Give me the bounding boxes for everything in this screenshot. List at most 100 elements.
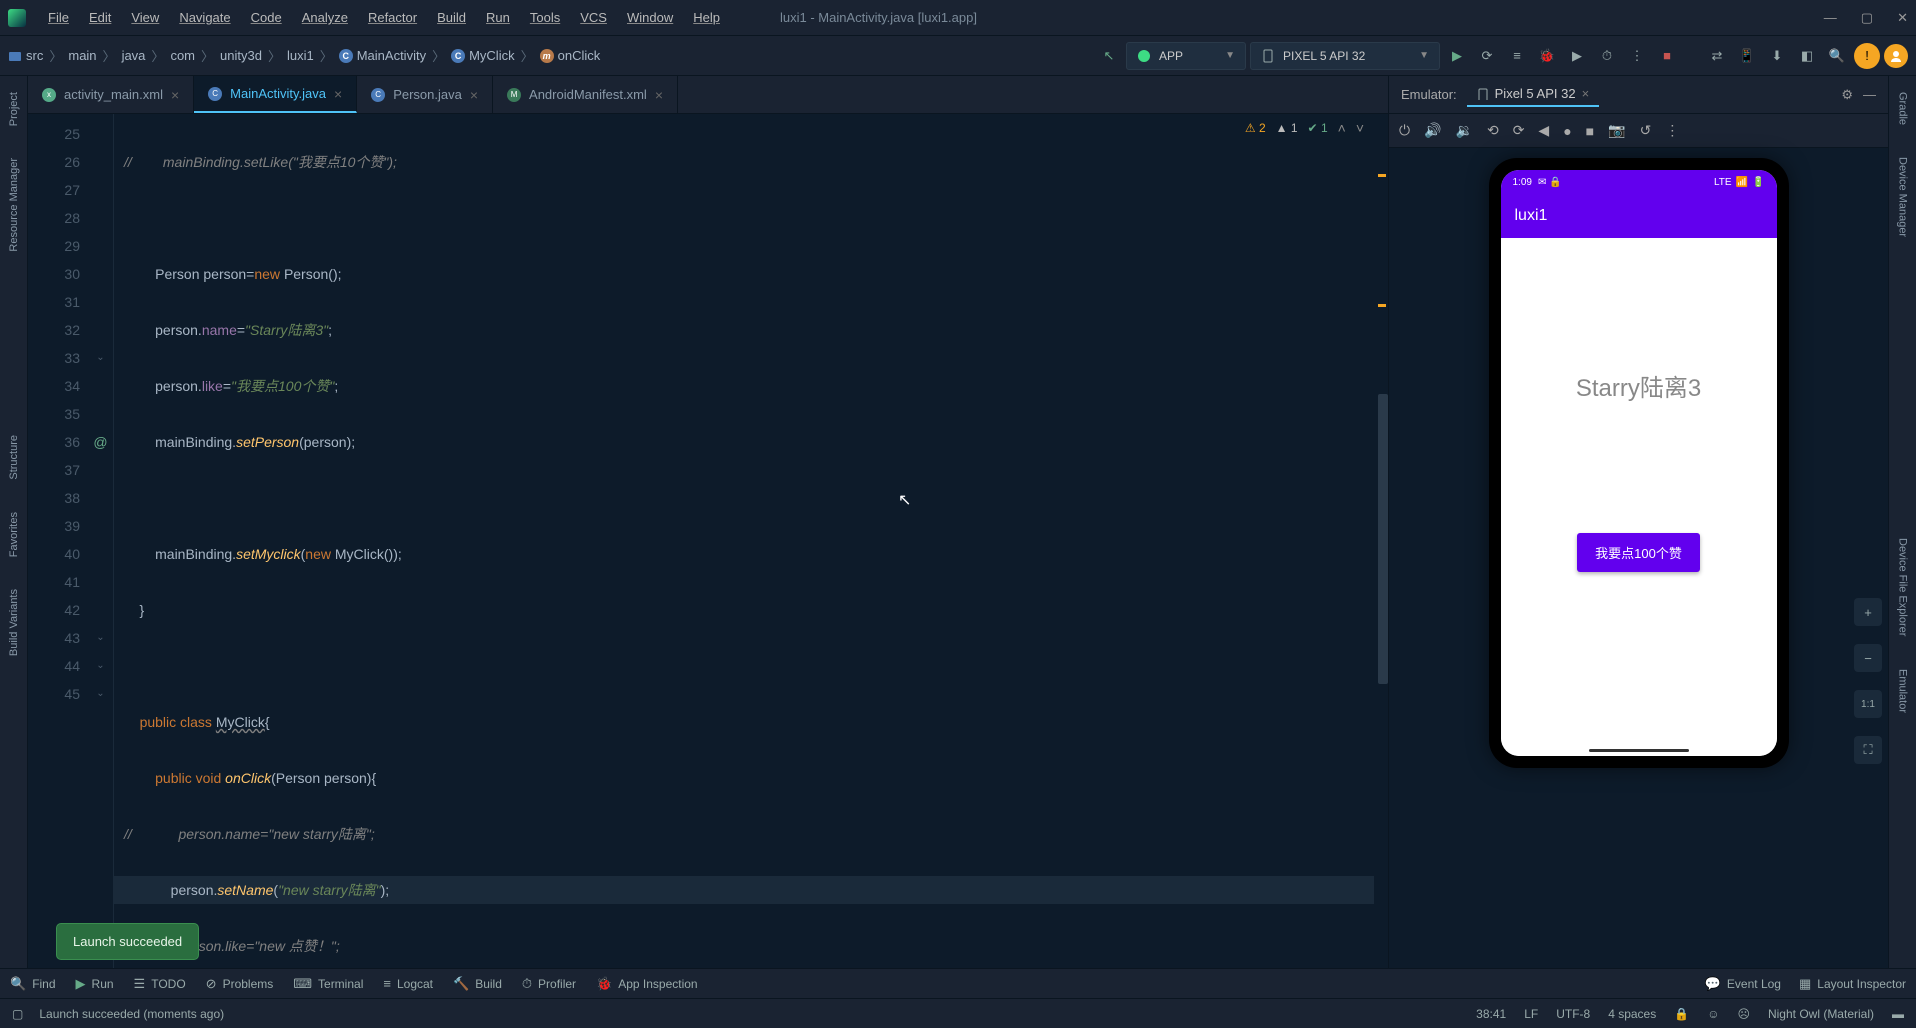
- menu-run[interactable]: Run: [476, 10, 520, 25]
- close-tab-icon[interactable]: ×: [470, 87, 478, 103]
- build-hammer-icon[interactable]: ↖: [1096, 43, 1122, 69]
- zoom-out-icon[interactable]: −: [1854, 644, 1882, 672]
- tool-find[interactable]: 🔍Find: [10, 976, 56, 992]
- device-selector[interactable]: PIXEL 5 API 32 ▼: [1250, 42, 1440, 70]
- emulator-minimize-icon[interactable]: —: [1863, 87, 1876, 103]
- menu-analyze[interactable]: Analyze: [292, 10, 358, 25]
- sdk-manager-icon[interactable]: ⬇: [1764, 43, 1790, 69]
- tool-gradle[interactable]: Gradle: [1897, 86, 1909, 131]
- file-encoding[interactable]: UTF-8: [1556, 1007, 1590, 1021]
- phone-like-button[interactable]: 我要点100个赞: [1577, 533, 1700, 572]
- next-highlight-icon[interactable]: ˅: [1356, 120, 1364, 136]
- tool-todo[interactable]: ☰TODO: [134, 976, 186, 992]
- close-tab-icon[interactable]: ×: [171, 87, 179, 103]
- emu-back-icon[interactable]: ◀: [1538, 122, 1549, 139]
- menu-navigate[interactable]: Navigate: [169, 10, 240, 25]
- tool-structure[interactable]: Structure: [8, 429, 20, 486]
- emu-more-icon[interactable]: ⋮: [1665, 122, 1679, 139]
- crumb-mainactivity[interactable]: CMainActivity: [339, 48, 426, 63]
- tool-build[interactable]: 🔨Build: [453, 976, 502, 992]
- crumb-src[interactable]: src: [8, 48, 43, 63]
- close-tab-icon[interactable]: ×: [655, 87, 663, 103]
- fold-end-icon[interactable]: ⌄: [88, 344, 113, 372]
- fold-end-icon[interactable]: ⌄: [88, 624, 113, 652]
- tool-problems[interactable]: ⊘Problems: [206, 976, 274, 992]
- apply-code-changes-icon[interactable]: ≡: [1504, 43, 1530, 69]
- tab-mainactivity[interactable]: C MainActivity.java ×: [194, 76, 357, 113]
- emu-home-icon[interactable]: ●: [1563, 123, 1571, 139]
- crumb-myclick[interactable]: CMyClick: [451, 48, 515, 63]
- fold-end-icon[interactable]: ⌄: [88, 652, 113, 680]
- menu-help[interactable]: Help: [683, 10, 730, 25]
- stop-button[interactable]: ■: [1654, 43, 1680, 69]
- override-gutter-icon[interactable]: @: [88, 428, 113, 456]
- emu-volume-up-icon[interactable]: 🔊: [1424, 122, 1441, 139]
- code-editor[interactable]: ⚠ 2 ▲ 1 ✔ 1 ˄ ˅ 252627282930313233343536…: [28, 114, 1388, 968]
- tool-logcat[interactable]: ≡Logcat: [383, 976, 433, 991]
- sync-gradle-icon[interactable]: ⇄: [1704, 43, 1730, 69]
- tab-activity-main[interactable]: x activity_main.xml ×: [28, 76, 194, 113]
- tab-person[interactable]: C Person.java ×: [357, 76, 493, 113]
- emulator-settings-icon[interactable]: ⚙: [1841, 87, 1853, 103]
- crumb-onclick[interactable]: monClick: [540, 48, 601, 63]
- tool-emulator[interactable]: Emulator: [1897, 663, 1909, 719]
- scrollbar-thumb[interactable]: [1378, 394, 1388, 684]
- emu-rotate-left-icon[interactable]: ⟲: [1487, 122, 1499, 139]
- apply-changes-icon[interactable]: ⟳: [1474, 43, 1500, 69]
- caret-position[interactable]: 38:41: [1476, 1007, 1506, 1021]
- run-config-selector[interactable]: APP ▼: [1126, 42, 1246, 70]
- menu-edit[interactable]: Edit: [79, 10, 121, 25]
- crumb-com[interactable]: com: [170, 48, 195, 63]
- crumb-unity3d[interactable]: unity3d: [220, 48, 262, 63]
- tool-resource-manager[interactable]: Resource Manager: [8, 152, 20, 258]
- menu-file[interactable]: File: [38, 10, 79, 25]
- debug-icon[interactable]: 🐞: [1534, 43, 1560, 69]
- emu-overview-icon[interactable]: ■: [1586, 123, 1594, 139]
- account-avatar[interactable]: [1884, 44, 1908, 68]
- menu-build[interactable]: Build: [427, 10, 476, 25]
- typo-badge[interactable]: ✔ 1: [1308, 121, 1328, 135]
- menu-refactor[interactable]: Refactor: [358, 10, 427, 25]
- tool-project[interactable]: Project: [8, 86, 20, 132]
- tool-app-inspection[interactable]: 🐞App Inspection: [596, 976, 698, 992]
- tool-favorites[interactable]: Favorites: [8, 506, 20, 563]
- warning-badge[interactable]: ⚠ 2: [1245, 121, 1266, 135]
- line-separator[interactable]: LF: [1524, 1007, 1538, 1021]
- memory-indicator-icon[interactable]: ▬: [1892, 1007, 1904, 1021]
- emu-snapshot-icon[interactable]: ↺: [1640, 122, 1652, 139]
- emu-screenshot-icon[interactable]: 📷: [1608, 122, 1625, 139]
- attach-debugger-icon[interactable]: ⋮: [1624, 43, 1650, 69]
- tool-profiler[interactable]: ⏱Profiler: [522, 976, 576, 992]
- menu-vcs[interactable]: VCS: [570, 10, 617, 25]
- error-stripe[interactable]: [1374, 114, 1388, 968]
- zoom-actual-icon[interactable]: 1:1: [1854, 690, 1882, 718]
- menu-view[interactable]: View: [121, 10, 169, 25]
- face-icon[interactable]: ☺: [1707, 1007, 1719, 1021]
- run-button[interactable]: ▶: [1444, 43, 1470, 69]
- tool-run[interactable]: ▶Run: [76, 976, 114, 992]
- crumb-luxi1[interactable]: luxi1: [287, 48, 314, 63]
- tool-windows-toggle-icon[interactable]: ▢: [12, 1007, 23, 1021]
- tool-event-log[interactable]: 💬Event Log: [1705, 976, 1781, 992]
- menu-window[interactable]: Window: [617, 10, 683, 25]
- avd-manager-icon[interactable]: 📱: [1734, 43, 1760, 69]
- zoom-in-icon[interactable]: +: [1854, 598, 1882, 626]
- tool-device-manager[interactable]: Device Manager: [1897, 151, 1909, 243]
- menu-code[interactable]: Code: [241, 10, 292, 25]
- fold-end-icon[interactable]: ⌄: [88, 680, 113, 708]
- tool-layout-inspector[interactable]: ▦Layout Inspector: [1799, 976, 1906, 992]
- tool-device-file-explorer[interactable]: Device File Explorer: [1897, 532, 1909, 642]
- close-icon[interactable]: ✕: [1897, 10, 1908, 26]
- close-tab-icon[interactable]: ×: [334, 86, 342, 102]
- emulator-device-tab[interactable]: Pixel 5 API 32 ×: [1467, 82, 1600, 107]
- weak-warning-badge[interactable]: ▲ 1: [1276, 121, 1298, 135]
- phone-screen[interactable]: 1:09 ✉ 🔒 LTE 📶 🔋 luxi1 Starry陆离3 我要点1: [1501, 170, 1777, 756]
- ide-errors-icon[interactable]: !: [1854, 43, 1880, 69]
- resource-manager-icon[interactable]: ◧: [1794, 43, 1820, 69]
- emu-rotate-right-icon[interactable]: ⟳: [1513, 122, 1525, 139]
- face-sad-icon[interactable]: ☹: [1737, 1007, 1750, 1021]
- prev-highlight-icon[interactable]: ˄: [1338, 120, 1346, 136]
- search-everywhere-icon[interactable]: 🔍: [1824, 43, 1850, 69]
- tab-manifest[interactable]: M AndroidManifest.xml ×: [493, 76, 678, 113]
- tool-terminal[interactable]: ⌨Terminal: [293, 976, 363, 992]
